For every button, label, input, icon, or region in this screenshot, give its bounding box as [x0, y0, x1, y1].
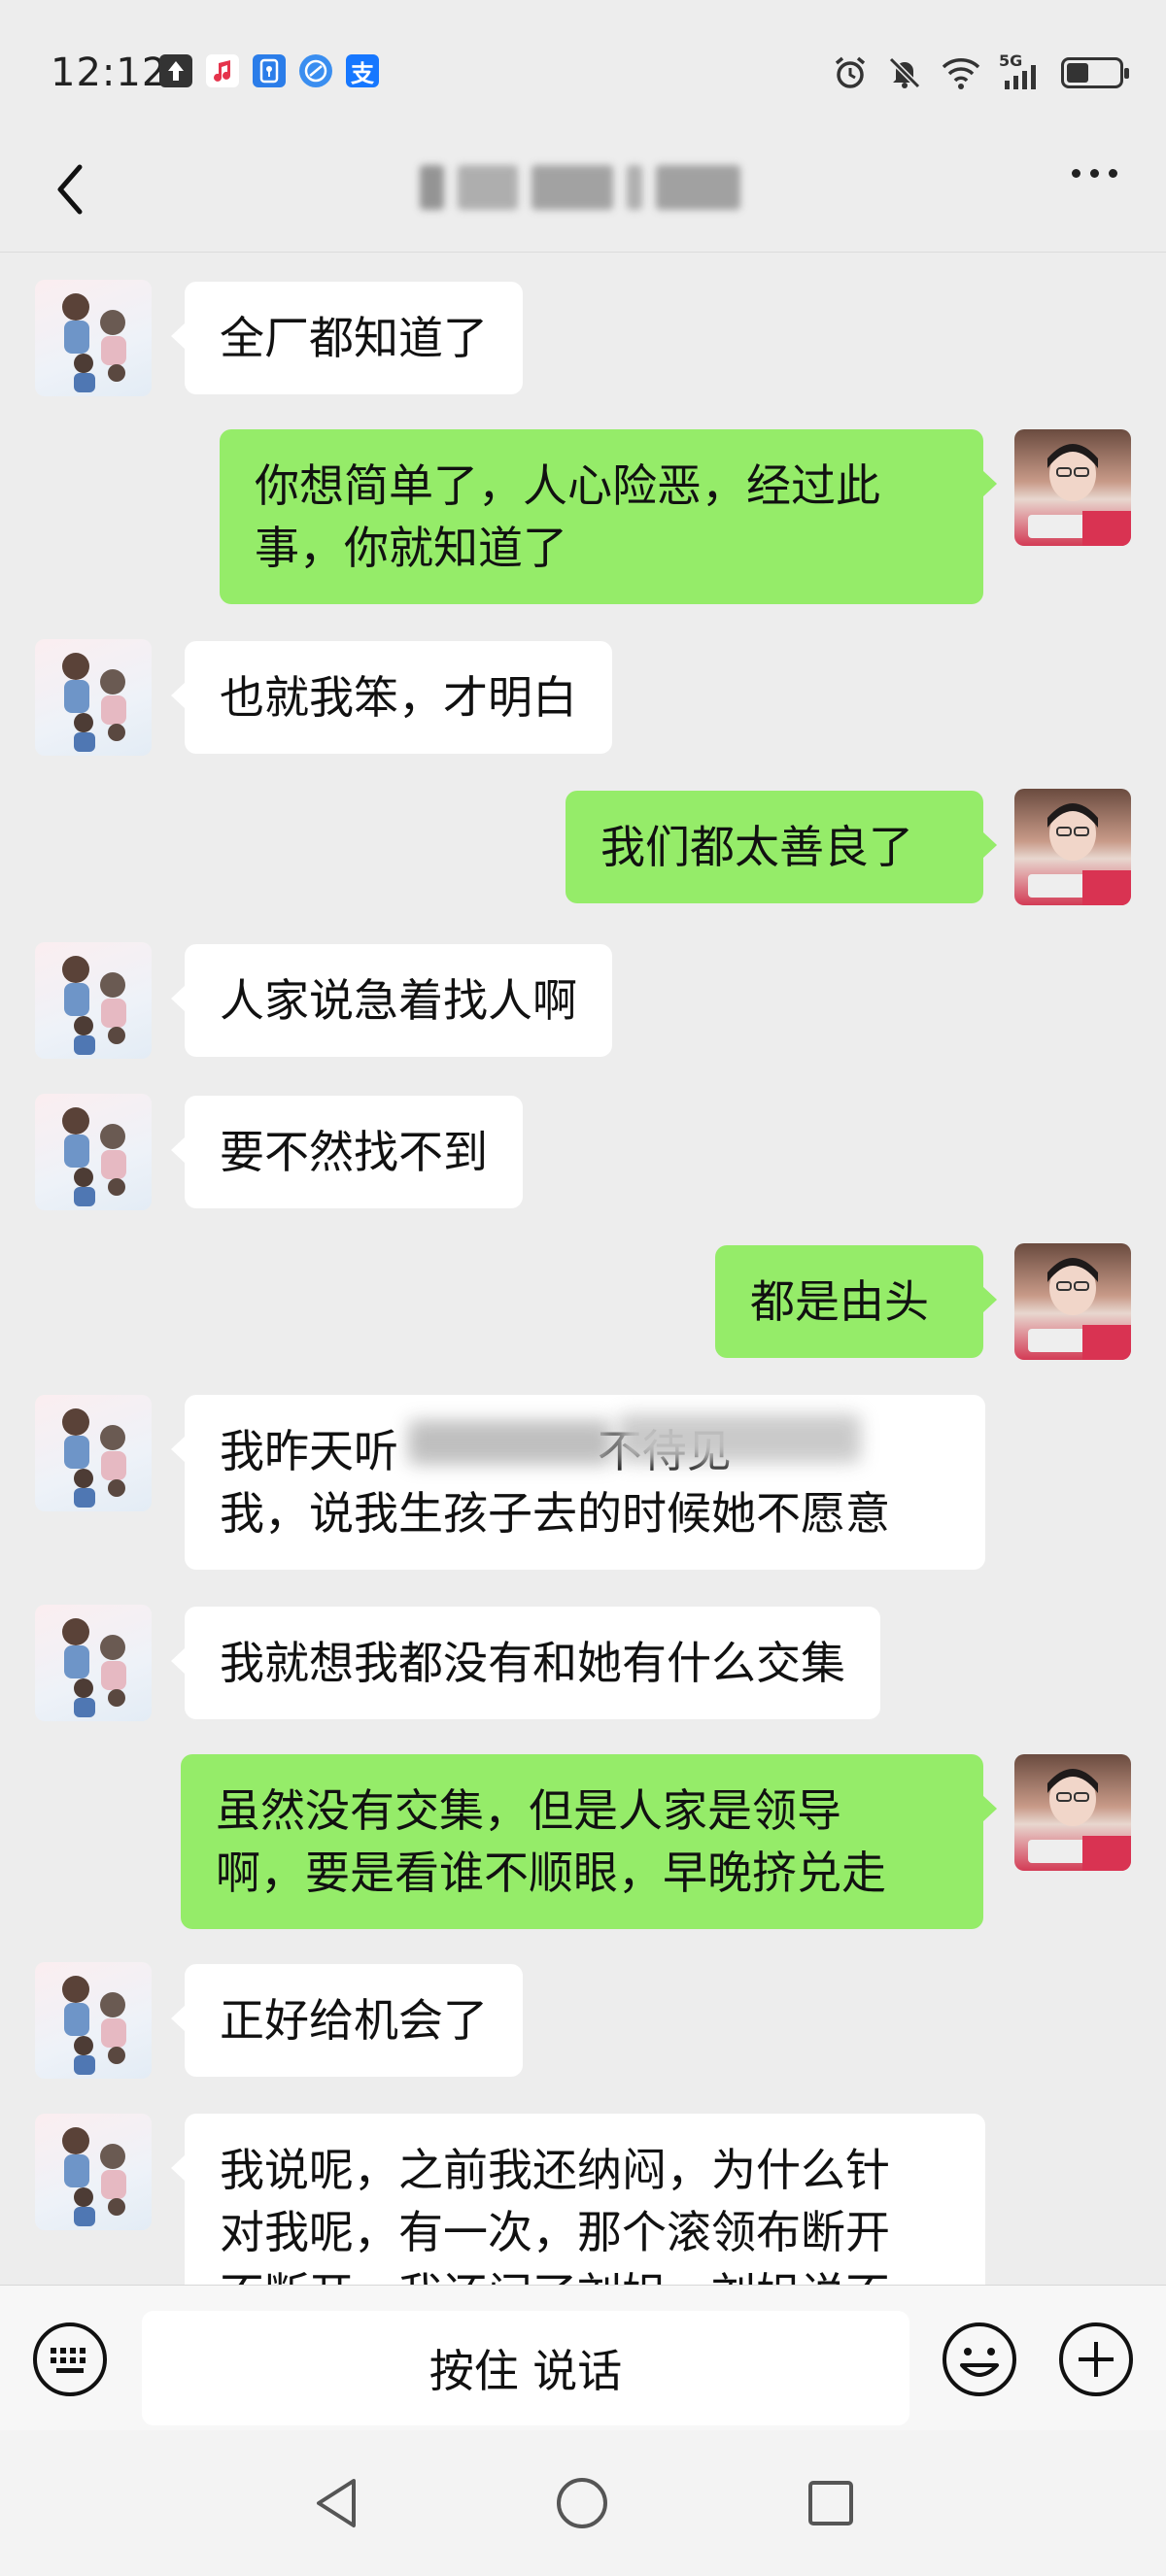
nav-home-button[interactable] [548, 2469, 616, 2537]
emoji-icon [943, 2322, 1016, 2396]
contact-avatar[interactable] [35, 639, 152, 756]
status-time: 12:12 [51, 51, 168, 95]
nav-back-icon [317, 2479, 356, 2527]
emoji-button[interactable] [941, 2321, 1018, 2398]
upload-icon [159, 54, 192, 87]
message-bubble-received[interactable]: 我就想我都没有和她有什么交集 [171, 1607, 880, 1719]
keyboard-icon [33, 2322, 107, 2396]
message-row: 要不然找不到 [0, 1094, 1166, 1212]
message-row: 全厂都知道了 [0, 280, 1166, 398]
contact-avatar[interactable] [35, 280, 152, 396]
my-avatar[interactable] [1014, 789, 1131, 905]
message-row: 我昨天听 不待见 我，说我生孩子去的时候她不愿意 [0, 1395, 1166, 1570]
message-bubble-received[interactable]: 也就我笨，才明白 [171, 641, 612, 754]
message-bubble-sent[interactable]: 都是由头 [715, 1245, 997, 1358]
redacted-text [408, 1420, 612, 1465]
message-row: 虽然没有交集，但是人家是领导 啊，要是看谁不顺眼，早晚挤兑走 [0, 1754, 1166, 1929]
status-icons-right: 5G [832, 51, 1129, 91]
contact-avatar[interactable] [35, 1094, 152, 1210]
browser-icon [299, 54, 332, 87]
message-bubble-received[interactable]: 正好给机会了 [171, 1964, 523, 2077]
mute-icon [888, 56, 921, 89]
nav-recents-icon [808, 2481, 853, 2525]
voice-keyboard-toggle[interactable] [31, 2321, 109, 2398]
more-options-button[interactable] [1072, 169, 1117, 178]
chat-title-redacted [420, 155, 741, 220]
battery-icon [1061, 57, 1129, 88]
hold-to-talk-button[interactable]: 按住 说话 [142, 2311, 909, 2425]
contact-avatar[interactable] [35, 942, 152, 1059]
contact-avatar[interactable] [35, 1605, 152, 1721]
message-bubble-sent[interactable]: 我们都太善良了 [566, 791, 997, 903]
message-bubble-received[interactable]: 要不然找不到 [171, 1096, 523, 1208]
message-row: 人家说急着找人啊 [0, 942, 1166, 1061]
contact-avatar[interactable] [35, 1395, 152, 1511]
signal-5g-icon: 5G [999, 51, 1044, 90]
add-button[interactable] [1057, 2321, 1135, 2398]
message-bubble-received[interactable]: 全厂都知道了 [171, 282, 523, 394]
alarm-icon [835, 56, 866, 88]
plus-icon [1059, 2322, 1133, 2396]
status-bar: 12:12 支 5G [0, 0, 1166, 146]
message-list[interactable]: 全厂都知道了 你想简单了，人心险恶，经过此 事，你就知道了 也就我笨，才明白 我… [0, 254, 1166, 2285]
nav-home-icon [557, 2478, 607, 2528]
input-bar: 按住 说话 [0, 2285, 1166, 2430]
message-row: 也就我笨，才明白 [0, 639, 1166, 758]
message-bubble-sent[interactable]: 虽然没有交集，但是人家是领导 啊，要是看谁不顺眼，早晚挤兑走 [181, 1754, 997, 1929]
status-icons-left: 支 [159, 54, 379, 87]
music-icon [206, 54, 239, 87]
chevron-left-icon [57, 164, 83, 215]
my-avatar[interactable] [1014, 1754, 1131, 1871]
message-row: 都是由头 [0, 1243, 1166, 1362]
chat-title-bar [0, 126, 1166, 253]
more-dots-icon [1072, 169, 1080, 178]
message-row: 我们都太善良了 [0, 789, 1166, 907]
contact-avatar[interactable] [35, 2114, 152, 2230]
system-nav-bar [0, 2430, 1166, 2576]
message-bubble-received[interactable]: 人家说急着找人啊 [171, 944, 612, 1057]
message-bubble-sent[interactable]: 你想简单了，人心险恶，经过此 事，你就知道了 [220, 429, 997, 604]
message-row: 我就想我都没有和她有什么交集 [0, 1605, 1166, 1723]
message-row: 你想简单了，人心险恶，经过此 事，你就知道了 [0, 429, 1166, 604]
my-avatar[interactable] [1014, 1243, 1131, 1360]
wifi-icon [942, 58, 980, 89]
redacted-text [618, 1414, 861, 1463]
keyhole-app-icon [253, 54, 286, 87]
message-row: 我说呢，之前我还纳闷，为什么针 对我呢，有一次，那个滚领布断开 不断开，我还问了… [0, 2114, 1166, 2285]
my-avatar[interactable] [1014, 429, 1131, 546]
message-bubble-received[interactable]: 我说呢，之前我还纳闷，为什么针 对我呢，有一次，那个滚领布断开 不断开，我还问了… [171, 2114, 985, 2285]
contact-avatar[interactable] [35, 1962, 152, 2079]
alipay-icon: 支 [346, 54, 379, 87]
message-row: 正好给机会了 [0, 1962, 1166, 2081]
nav-back-button[interactable] [303, 2469, 371, 2537]
nav-recents-button[interactable] [797, 2469, 865, 2537]
back-button[interactable] [47, 155, 95, 223]
